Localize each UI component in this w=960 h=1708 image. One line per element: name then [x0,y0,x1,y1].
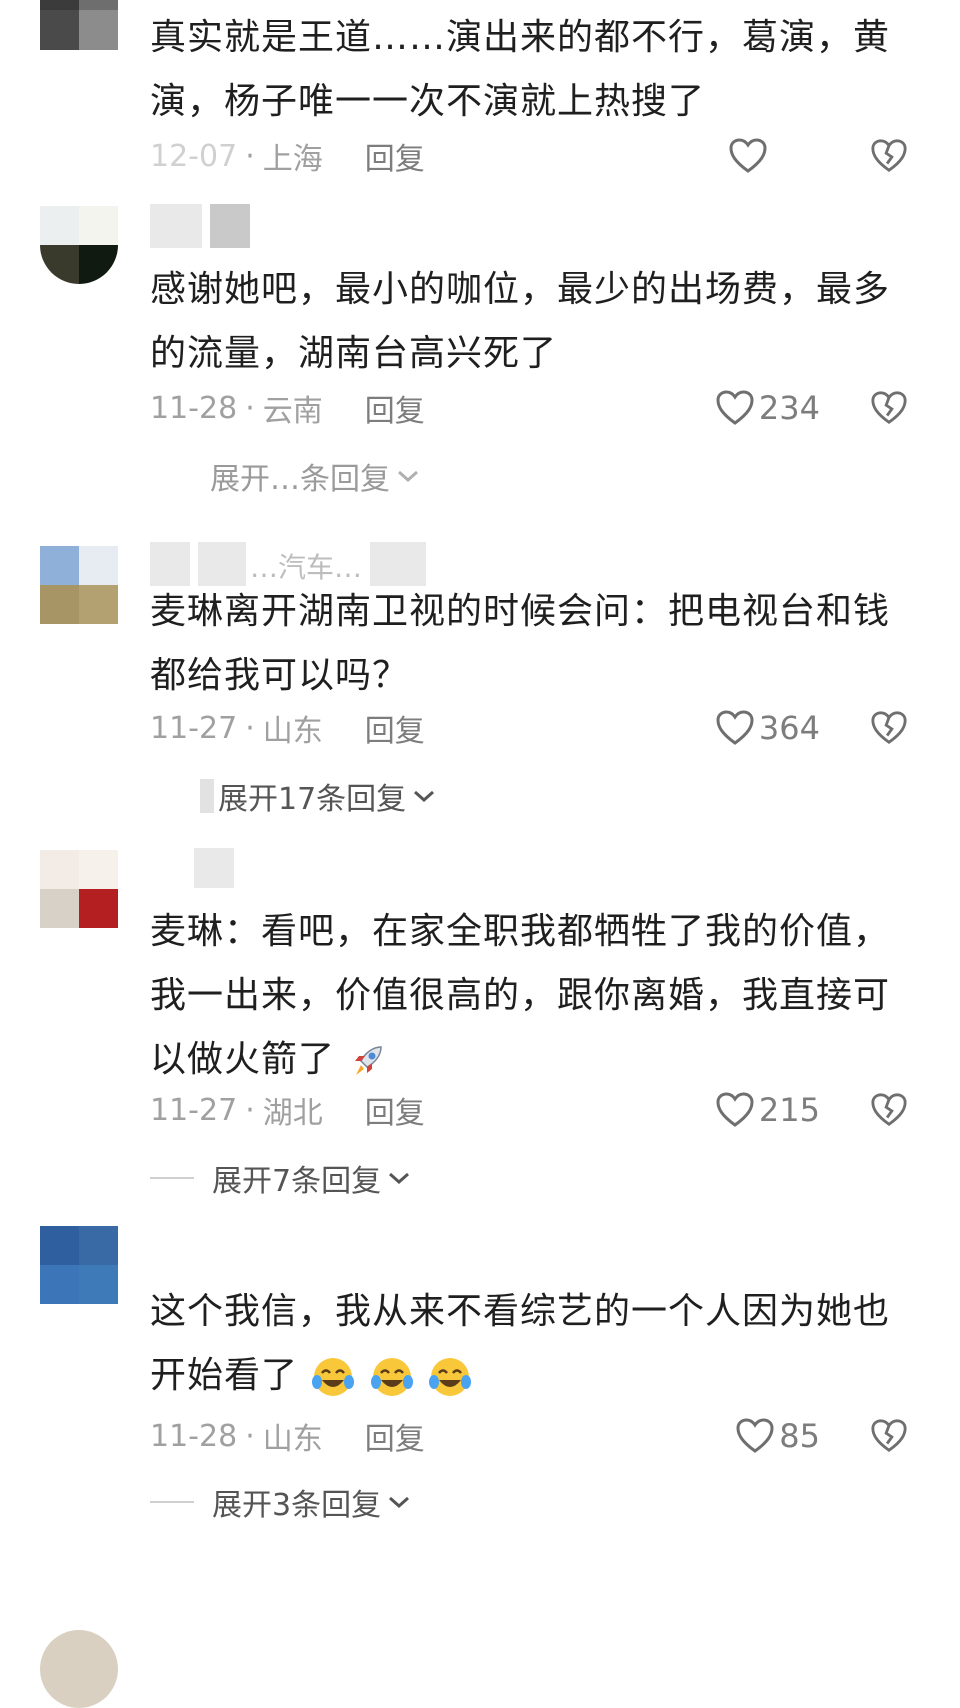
broken-heart-icon [871,1419,907,1453]
comment-location: 山东 [262,1422,323,1457]
comment-line-with-emoji: 以做火箭了 [150,1028,900,1092]
heart-outline-icon [716,1092,754,1127]
chevron-down-icon [389,1496,410,1509]
comment-location: 上海 [262,142,323,177]
reply-button[interactable]: 回复 [365,386,425,430]
comment-line: 真实就是王道……演出来的都不行，葛演，黄 [150,17,891,58]
blurred-divider [200,779,214,813]
comment-location: 山东 [262,714,323,749]
comment-meta: 11-28 · 云南 回复 [150,386,425,430]
chevron-down-icon [389,1172,410,1185]
like-count: 85 [779,1417,820,1455]
expand-divider-line [150,1177,194,1179]
heart-outline-icon [736,1418,774,1453]
reply-button[interactable]: 回复 [365,1414,425,1458]
tears-of-joy-emoji [312,1358,355,1396]
avatar[interactable] [40,850,118,928]
chevron-down-icon [414,790,435,803]
rocket-emoji [355,1046,383,1075]
expand-replies-label: 展开17条回复 [218,782,407,817]
like-count: 364 [758,709,820,747]
expand-replies-button[interactable]: 展开17条回复 [200,776,436,817]
comment-username[interactable] [150,204,254,248]
separator-dot: · [245,138,255,174]
avatar[interactable] [40,1630,118,1708]
comment-meta: 11-27 · 湖北 回复 [150,1088,425,1132]
expand-replies-label: 展开7条回复 [212,1164,382,1199]
heart-outline-icon [716,390,754,425]
dislike-button[interactable] [870,706,908,750]
separator-dot: · [245,710,255,746]
reply-button[interactable]: 回复 [365,1088,425,1132]
comment-meta: 12-07 · 上海 回复 [150,134,425,178]
like-button[interactable]: 85 [735,1414,820,1458]
avatar[interactable] [40,206,118,284]
expand-replies-button[interactable]: 展开7条回复 [150,1158,411,1199]
comment-line: 都给我可以吗？ [150,655,410,696]
comment-location: 湖北 [262,1096,323,1131]
comment-text: 麦琳：看吧，在家全职我都牺牲了我的价值， 我一出来，价值很高的，跟你离婚，我直接… [150,900,900,1092]
comment-line: 麦琳：看吧，在家全职我都牺牲了我的价值， [150,911,891,952]
separator-dot: · [245,390,255,426]
comment-line: 这个我信，我从来不看综艺的一个人因为她也 [150,1291,891,1332]
comment-location: 云南 [262,394,323,429]
broken-heart-icon [871,139,907,173]
comment-text: 麦琳离开湖南卫视的时候会问：把电视台和钱 都给我可以吗？ [150,580,900,708]
separator-dot: · [245,1418,255,1454]
tears-of-joy-emoji [370,1358,413,1396]
comment-meta: 11-28 · 山东 回复 [150,1414,425,1458]
broken-heart-icon [871,711,907,745]
comment-date: 11-28 [150,1418,238,1454]
reply-button[interactable]: 回复 [365,706,425,750]
comment-line: 我一出来，价值很高的，跟你离婚，我直接可 [150,975,891,1016]
expand-replies-button[interactable]: 展开…条回复 [210,456,420,497]
heart-outline-icon [729,138,767,173]
dislike-button[interactable] [870,386,908,430]
like-button[interactable]: 364 [715,706,820,750]
comment-line: 麦琳离开湖南卫视的时候会问：把电视台和钱 [150,591,891,632]
like-count: 234 [758,389,820,427]
comment-meta: 11-27 · 山东 回复 [150,706,425,750]
dislike-button[interactable] [870,1414,908,1458]
dislike-button[interactable] [870,1088,908,1132]
separator-dot: · [245,1092,255,1128]
comment-date: 11-27 [150,1092,238,1128]
avatar[interactable] [40,546,118,624]
heart-outline-icon [716,710,754,745]
like-button[interactable]: 234 [715,386,820,430]
comment-line-with-emoji: 开始看了 [150,1344,900,1408]
comment-line: 感谢她吧，最小的咖位，最少的出场费，最多 [150,269,891,310]
chevron-down-icon [398,470,418,483]
comment-username[interactable] [150,844,238,888]
tears-of-joy-emoji [429,1358,472,1396]
comment-date: 12-07 [150,138,238,174]
expand-divider-line [150,1501,194,1503]
expand-replies-label: 展开…条回复 [210,462,390,497]
dislike-button[interactable] [870,134,908,178]
comment-line: 演，杨子唯一一次不演就上热搜了 [150,81,706,122]
avatar[interactable] [40,1226,118,1304]
blurred-name-block [194,848,234,888]
like-button[interactable]: 215 [715,1088,820,1132]
comment-date: 11-27 [150,710,238,746]
comment-text: 真实就是王道……演出来的都不行，葛演，黄 演，杨子唯一一次不演就上热搜了 [150,6,900,134]
broken-heart-icon [871,1093,907,1127]
expand-replies-label: 展开3条回复 [212,1488,382,1523]
like-button[interactable] [728,134,772,178]
comment-date: 11-28 [150,390,238,426]
comment-line: 的流量，湖南台高兴死了 [150,333,558,374]
comment-text: 感谢她吧，最小的咖位，最少的出场费，最多 的流量，湖南台高兴死了 [150,258,900,386]
blurred-name-block [210,204,250,248]
avatar[interactable] [40,0,118,50]
like-count: 215 [758,1091,820,1129]
expand-replies-button[interactable]: 展开3条回复 [150,1482,411,1523]
reply-button[interactable]: 回复 [365,134,425,178]
broken-heart-icon [871,391,907,425]
comment-text: 这个我信，我从来不看综艺的一个人因为她也 开始看了 [150,1280,900,1408]
blurred-name-block [150,204,202,248]
